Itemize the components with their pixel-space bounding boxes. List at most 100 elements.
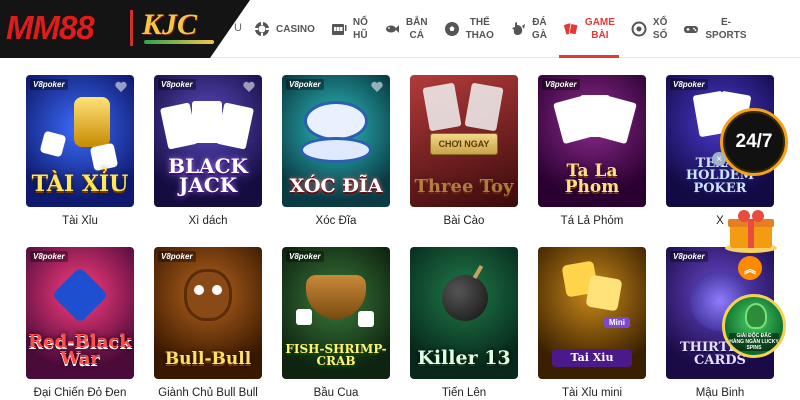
play-now-button[interactable]: CHƠI NGAY (430, 133, 498, 155)
nav-label-line2: HŨ (353, 30, 368, 41)
nav-game-bai[interactable]: GAME BÀI (555, 0, 623, 58)
slot-machine-icon (331, 21, 347, 37)
game-card-tien-len[interactable]: Killer 13 Tiến Lên (410, 247, 518, 399)
nav-label: GAME (584, 17, 615, 28)
bull-eye-art (194, 285, 204, 295)
promo-text: GIẢI ĐỘC ĐẮC HÀNG NGÀN LUCKY SPINS (729, 333, 779, 351)
game-art-title: Ta La Phom (564, 160, 620, 197)
scroll-top-button[interactable]: ︽ (738, 256, 762, 280)
game-art-title: Killer 13 (417, 346, 511, 369)
nav-the-thao[interactable]: THỂ THAO (436, 0, 502, 58)
bull-character-art (184, 269, 232, 321)
game-card-tai-xiu[interactable]: V8poker TÀI XỈU Tài Xỉu (26, 75, 134, 227)
game-card-dai-chien-do-den[interactable]: V8poker Red-Black War Đại Chiến Đỏ Đen (26, 247, 134, 399)
game-card-bau-cua[interactable]: V8poker FISH-SHRIMP-CRAB Bầu Cua (282, 247, 390, 399)
game-caption: Bài Cào (443, 215, 485, 227)
nav-e-sports[interactable]: E- SPORTS (675, 0, 754, 58)
playing-card-art (422, 82, 462, 132)
game-thumbnail: V8poker Red-Black War (26, 247, 134, 379)
nav-label: BẮN (405, 17, 428, 28)
nav-label: CASINO (276, 23, 315, 35)
game-art-title: TÀI XỈU (31, 171, 129, 198)
dice-art (89, 142, 119, 172)
provider-badge: V8poker (670, 251, 708, 262)
nav-label-line2: SPORTS (705, 30, 747, 41)
nav-no-hu[interactable]: NỔ HŨ (323, 0, 376, 58)
cards-icon (563, 21, 579, 37)
game-caption: Tá Lả Phỏm (560, 215, 624, 227)
logo-swoop (144, 40, 214, 44)
dice-art (585, 274, 623, 312)
support-24-7-button[interactable]: 24/7 (720, 108, 788, 176)
game-card-xi-dach[interactable]: V8poker BLACK JACK Xì dách (154, 75, 262, 227)
nav-label: XỔ (652, 17, 668, 28)
nav-casino[interactable]: CASINO (246, 0, 323, 58)
close-icon[interactable]: × (712, 152, 726, 166)
suit-art (51, 266, 109, 324)
game-thumbnail: Mini Tai Xiu (538, 247, 646, 379)
game-art-title: Tai Xiu (552, 348, 632, 367)
nav-label-line2: GÀ (531, 30, 547, 41)
casino-chip-icon (254, 21, 270, 37)
provider-badge: V8poker (158, 251, 196, 262)
game-art-title: BLACK JACK (168, 154, 248, 197)
game-caption: Xóc Đĩa (315, 215, 357, 227)
provider-badge: V8poker (286, 251, 324, 262)
soccer-ball-icon (444, 21, 460, 37)
game-thumbnail: V8poker FISH-SHRIMP-CRAB (282, 247, 390, 379)
game-art-title: Bull-Bull (164, 348, 252, 369)
game-caption: Mậu Binh (695, 387, 745, 399)
nav-xo-so[interactable]: XỔ SỐ (623, 0, 675, 58)
bomb-art (442, 275, 488, 321)
lottery-icon (631, 21, 647, 37)
game-card-bull-bull[interactable]: V8poker Bull-Bull Giành Chủ Bull Bull (154, 247, 262, 399)
plate-art (300, 137, 372, 163)
game-caption: Bầu Cua (313, 387, 359, 399)
game-card-ta-la-phom[interactable]: V8poker Ta La Phom Tá Lả Phỏm (538, 75, 646, 227)
game-art-title: Three Toy (414, 175, 514, 197)
nav-label: NỔ (352, 17, 368, 28)
nav-label: ĐÁ (532, 17, 547, 28)
dice-art (296, 309, 312, 325)
logo-mm88-text: MM88 (6, 9, 95, 46)
game-card-tai-xiu-mini[interactable]: Mini Tai Xiu Tài Xỉu mini (538, 247, 646, 399)
nav-label-line2: BÀI (591, 30, 609, 41)
game-art-title: XÓC ĐĨA (289, 174, 383, 197)
game-caption: Đại Chiến Đỏ Đen (33, 387, 127, 399)
promo-lucky-spin-button[interactable]: GIẢI ĐỘC ĐẮC HÀNG NGÀN LUCKY SPINS (722, 294, 786, 358)
dice-art (358, 311, 374, 327)
site-logo[interactable]: MM88 KJC (0, 0, 250, 58)
top-header: MM88 KJC U CASINO NỔ HŨ BẮN CÁ THỂ THAO … (0, 0, 800, 58)
game-thumbnail: V8poker Ta La Phom (538, 75, 646, 207)
nav-label-line2: THAO (465, 30, 494, 41)
provider-badge: V8poker (286, 79, 324, 90)
game-caption: Giành Chủ Bull Bull (158, 387, 258, 399)
mini-badge: Mini (604, 317, 630, 328)
favorite-heart-icon (371, 81, 383, 92)
game-card-bai-cao[interactable]: CHƠI NGAY Three Toy Bài Cào (410, 75, 518, 227)
game-thumbnail: V8poker BLACK JACK (154, 75, 262, 207)
provider-badge: V8poker (670, 79, 708, 90)
game-thumbnail: CHƠI NGAY Three Toy (410, 75, 518, 207)
gift-box-icon[interactable] (722, 206, 780, 254)
rooster-icon (510, 21, 526, 37)
leprechaun-art (745, 303, 767, 329)
game-card-xoc-dia[interactable]: V8poker XÓC ĐĨA Xóc Đĩa (282, 75, 390, 227)
game-thumbnail: V8poker XÓC ĐĨA (282, 75, 390, 207)
nav-label: E- (720, 17, 731, 28)
fuse-art (472, 264, 484, 280)
nav-ban-ca[interactable]: BẮN CÁ (376, 0, 436, 58)
game-thumbnail: V8poker Bull-Bull (154, 247, 262, 379)
fish-icon (384, 21, 400, 37)
game-caption: Xì dách (188, 215, 228, 227)
nav-da-ga[interactable]: ĐÁ GÀ (502, 0, 555, 58)
game-art-title: FISH-SHRIMP-CRAB (285, 342, 387, 368)
game-caption: Tài Xỉu mini (561, 387, 623, 399)
nav-partial-label: U (234, 22, 242, 34)
game-caption: Tiến Lên (441, 387, 487, 399)
bowl-art (304, 101, 368, 141)
game-thumbnail: Killer 13 (410, 247, 518, 379)
provider-badge: V8poker (542, 79, 580, 90)
provider-badge: V8poker (158, 79, 196, 90)
gamepad-icon (683, 21, 699, 37)
